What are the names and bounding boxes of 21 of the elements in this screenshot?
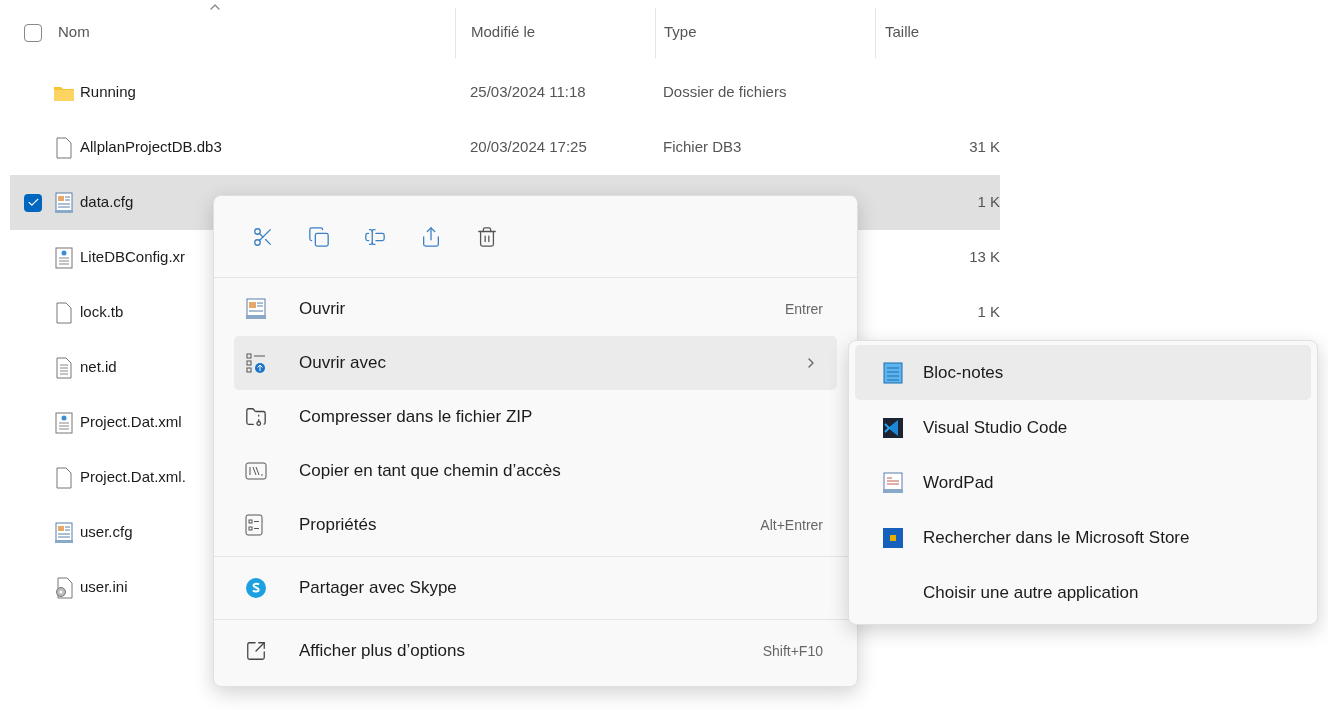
file-type: Fichier DB3 [663,138,742,156]
file-name: Project.Dat.xml. [80,467,186,488]
file-name: AllplanProjectDB.db3 [80,137,222,158]
file-size: 1 K [977,192,1000,213]
file-name: Running [80,82,136,103]
file-name: net.id [80,357,117,378]
file-name: user.ini [80,577,128,598]
file-name: data.cfg [80,192,134,213]
shortcut-label: Shift+F10 [762,641,824,661]
shortcut-label: Entrer [784,299,824,319]
file-size: 31 K [969,137,1000,158]
modified-date: 20/03/2024 17:25 [470,138,587,156]
file-name: lock.tb [80,302,124,323]
file-type: Dossier de fichiers [663,83,787,101]
file-size: 13 K [969,247,1000,268]
file-name: user.cfg [80,522,133,543]
file-size: 1 K [977,302,1000,323]
file-name: Project.Dat.xml [80,412,182,433]
file-name: LiteDBConfig.xr [80,247,186,268]
modified-date: 25/03/2024 11:18 [470,83,586,101]
shortcut-label: Alt+Entrer [760,515,824,535]
